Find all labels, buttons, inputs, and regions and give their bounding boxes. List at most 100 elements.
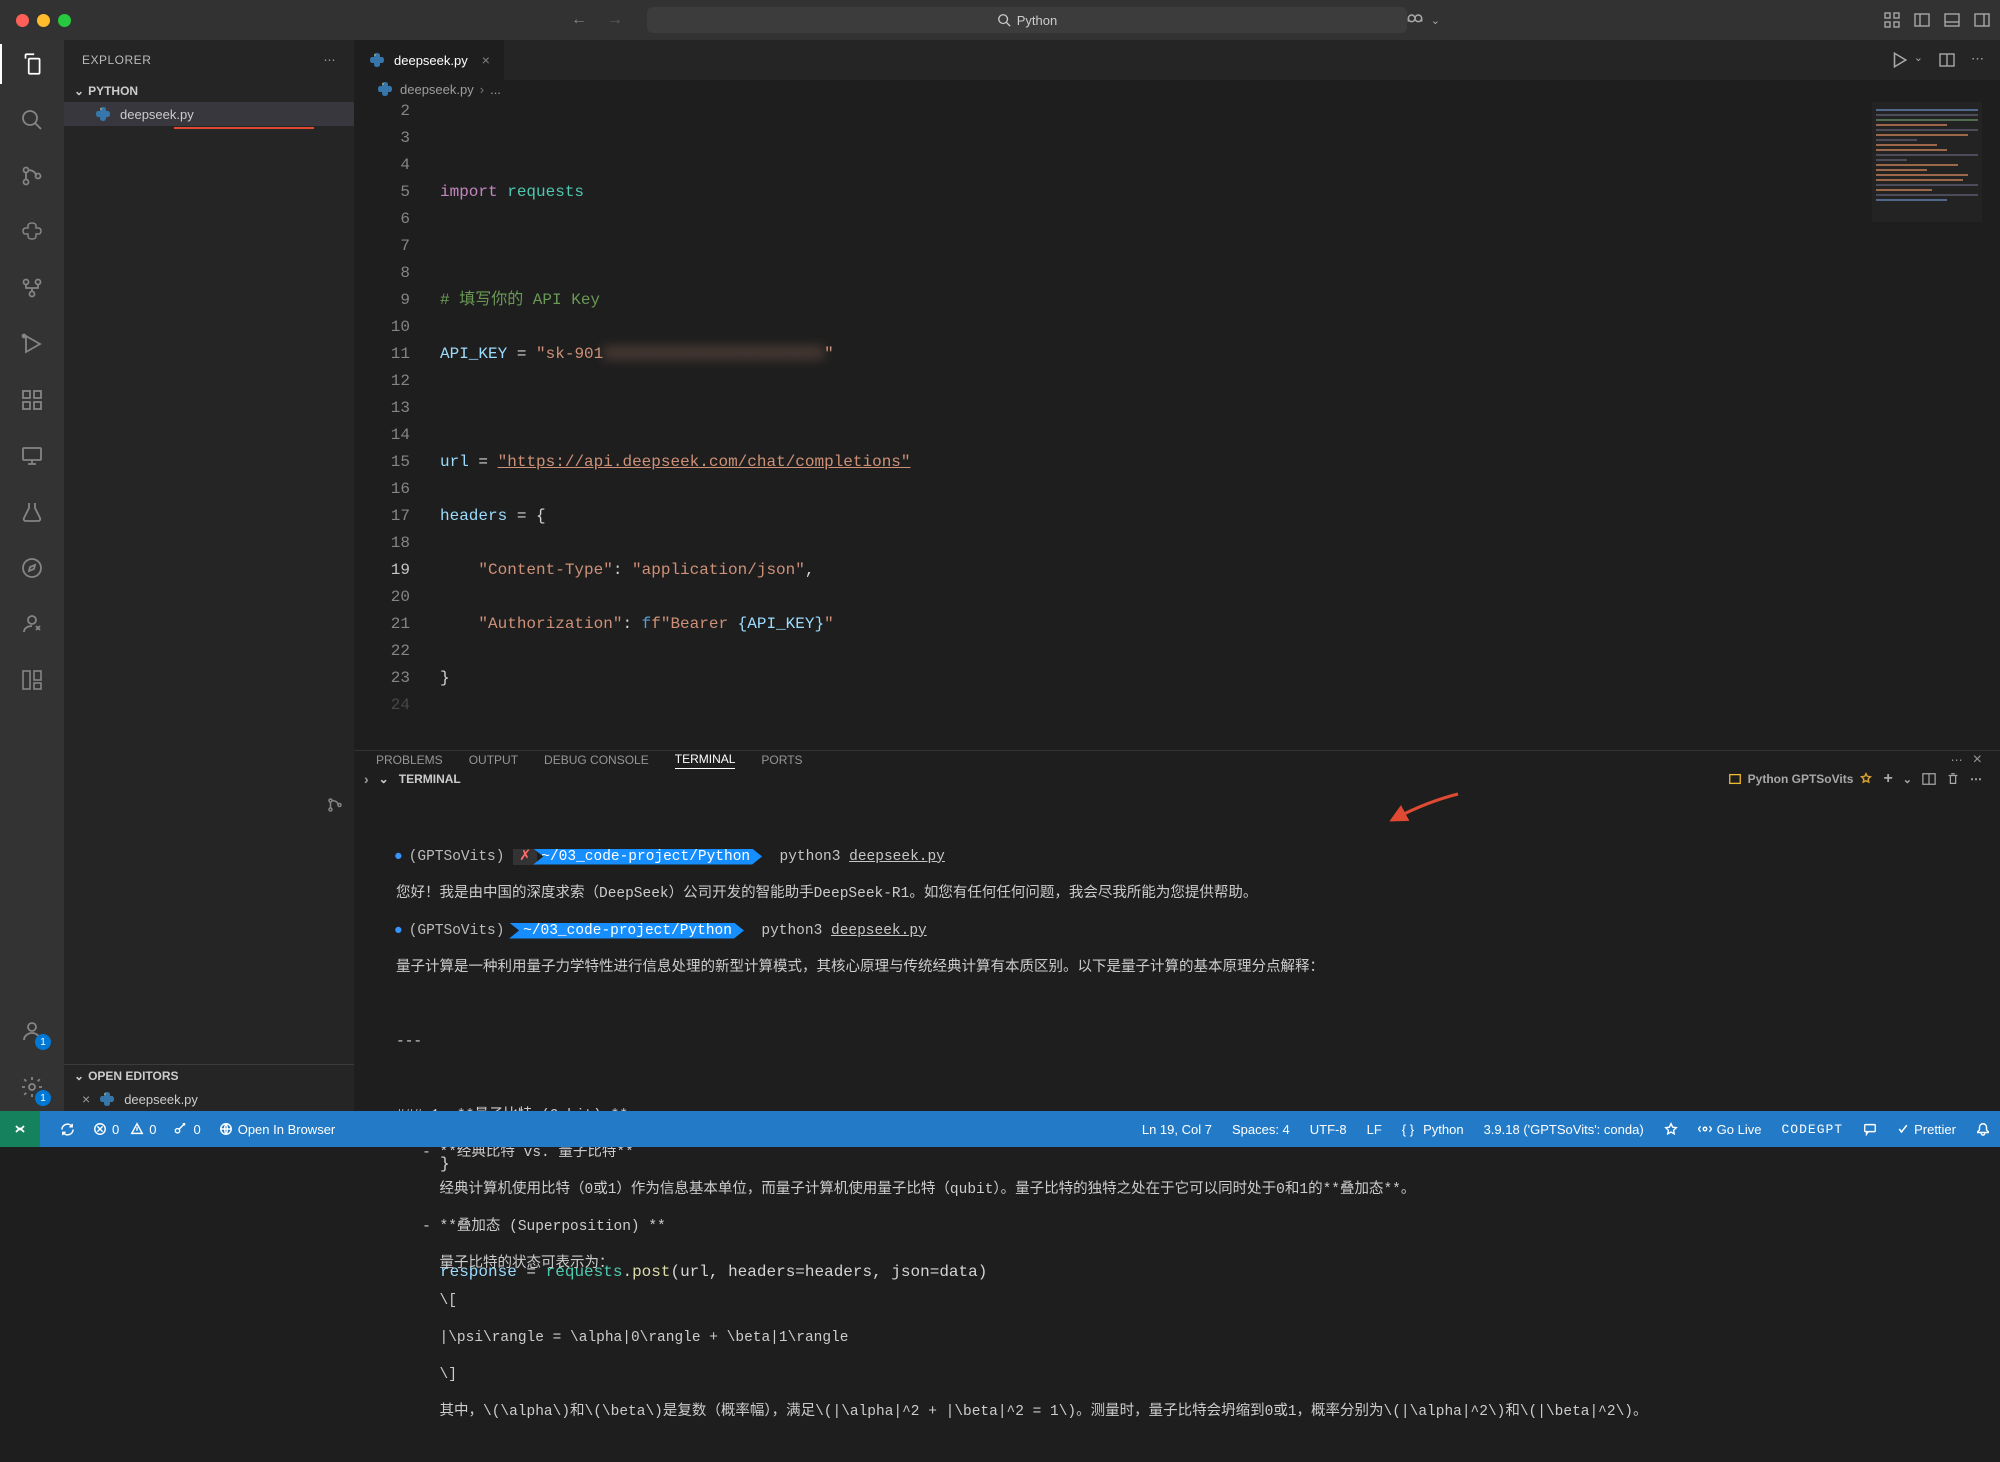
breadcrumb-tail: ... [490,82,501,97]
errors-warnings[interactable]: 0 0 [93,1122,156,1137]
live-share-icon[interactable] [18,610,46,638]
more-icon[interactable]: ⋯ [1970,772,1982,786]
accounts-badge: 1 [35,1034,51,1050]
line-number: 5 [354,179,410,206]
panel-tabs: PROBLEMS OUTPUT DEBUG CONSOLE TERMINAL P… [354,751,2000,770]
project-folder-header[interactable]: ⌄ PYTHON [64,80,354,102]
live-preview-icon[interactable] [1664,1122,1678,1136]
close-tab-icon[interactable]: × [482,52,490,68]
breadcrumb-file: deepseek.py [400,82,474,97]
minimize-window-icon[interactable] [37,14,50,27]
more-icon[interactable]: ⋯ [1971,51,1984,69]
open-in-browser[interactable]: Open In Browser [219,1122,336,1137]
line-number: 19 [354,557,410,584]
settings-gear-icon[interactable]: 1 [18,1073,46,1101]
panel-tab-debug[interactable]: DEBUG CONSOLE [544,753,649,767]
project-manager-icon[interactable] [18,666,46,694]
panel-tab-output[interactable]: OUTPUT [469,753,518,767]
breadcrumb[interactable]: deepseek.py › ... [354,80,2000,98]
panel-tab-terminal[interactable]: TERMINAL [675,752,736,769]
remote-indicator[interactable] [0,1111,40,1147]
remote-explorer-icon[interactable] [18,442,46,470]
editor-tabs: deepseek.py × ⌄ ⋯ [354,40,2000,80]
chevron-down-icon: ⌄ [74,1069,84,1083]
layout-sidebar-right-icon[interactable] [1974,12,1990,29]
source-control-icon[interactable] [18,162,46,190]
line-number: 9 [354,287,410,314]
open-editor-filename: deepseek.py [124,1092,198,1107]
chevron-down-icon[interactable]: ⌄ [379,772,389,786]
split-terminal-icon[interactable] [1922,772,1936,787]
line-number: 15 [354,449,410,476]
file-item-deepseek[interactable]: deepseek.py [64,102,354,126]
python-interpreter[interactable]: 3.9.18 ('GPTSoVits': conda) [1484,1122,1644,1137]
tab-label: deepseek.py [394,53,468,68]
extensions-icon[interactable] [18,386,46,414]
layout-grid-icon[interactable] [1884,12,1900,29]
scm-gitlens-icon[interactable] [18,274,46,302]
panel-tab-problems[interactable]: PROBLEMS [376,753,443,767]
editor-tab-deepseek[interactable]: deepseek.py × [354,40,505,80]
line-number: 24 [354,692,410,719]
minimap[interactable] [1872,102,1982,222]
codegpt-label[interactable]: CODEGPT [1781,1122,1843,1137]
cursor-position[interactable]: Ln 19, Col 7 [1142,1122,1212,1137]
explorer-title: EXPLORER [82,53,151,67]
command-center[interactable]: Python [647,7,1407,33]
split-editor-icon[interactable] [1939,51,1955,69]
chevron-down-icon[interactable]: ⌄ [1914,51,1923,69]
prompt-path: ~/03_code-project/Python [533,849,762,865]
cmd-python: python3 [780,849,841,865]
line-number: 2 [354,98,410,125]
search-activity-icon[interactable] [18,106,46,134]
copilot-indicator[interactable]: ⌄ [1405,10,1440,30]
line-number: 11 [354,341,410,368]
panel: PROBLEMS OUTPUT DEBUG CONSOLE TERMINAL P… [354,750,2000,1111]
python-env-icon[interactable] [18,218,46,246]
close-panel-icon[interactable]: × [1973,751,1982,769]
encoding[interactable]: UTF-8 [1310,1122,1347,1137]
language-mode[interactable]: { }Python [1402,1122,1464,1137]
status-bar: 0 0 0 Open In Browser Ln 19, Col 7 Space… [0,1111,2000,1147]
ports-status[interactable]: 0 [174,1122,200,1137]
python-file-icon [376,80,394,98]
line-number: 8 [354,260,410,287]
tab-actions: ⌄ ⋯ [1890,51,2000,69]
chevron-down-icon: ⌄ [1431,14,1440,27]
compass-icon[interactable] [18,554,46,582]
terminal-output-line: - **叠加态 (Superposition) ** [394,1218,1986,1237]
open-editors-header[interactable]: ⌄ OPEN EDITORS [64,1064,354,1087]
eol[interactable]: LF [1367,1122,1382,1137]
feedback-icon[interactable] [1863,1122,1877,1136]
indentation[interactable]: Spaces: 4 [1232,1122,1290,1137]
more-icon[interactable]: ⋯ [324,53,337,67]
terminal-output-line: \] [394,1366,1986,1385]
prettier[interactable]: Prettier [1897,1122,1956,1137]
testing-icon[interactable] [18,498,46,526]
maximize-window-icon[interactable] [58,14,71,27]
go-live[interactable]: Go Live [1698,1122,1762,1137]
notifications-icon[interactable] [1976,1122,1990,1136]
more-icon[interactable]: ⋯ [1951,753,1963,767]
close-icon[interactable]: × [82,1091,90,1107]
sync-icon[interactable] [60,1122,75,1137]
nav-forward-icon[interactable]: → [607,11,623,29]
nav-back-icon[interactable]: ← [571,11,587,29]
run-icon[interactable] [1890,51,1908,69]
project-name: PYTHON [88,84,138,98]
chevron-right-icon[interactable]: › [364,771,369,787]
accounts-icon[interactable]: 1 [18,1017,46,1045]
explorer-icon[interactable] [18,50,46,78]
close-window-icon[interactable] [16,14,29,27]
layout-sidebar-icon[interactable] [1914,12,1930,29]
chevron-down-icon[interactable]: ⌄ [1903,773,1912,786]
line-number: 3 [354,125,410,152]
trash-icon[interactable] [1946,772,1960,787]
terminal-session-label[interactable]: Python GPTSoVits [1728,772,1874,786]
run-debug-icon[interactable] [18,330,46,358]
terminal-output-line: 量子比特的状态可表示为： [394,1255,1986,1274]
open-editor-item[interactable]: × deepseek.py [64,1087,354,1111]
new-terminal-icon[interactable]: + [1883,770,1892,788]
panel-tab-ports[interactable]: PORTS [761,753,802,767]
layout-panel-icon[interactable] [1944,12,1960,29]
